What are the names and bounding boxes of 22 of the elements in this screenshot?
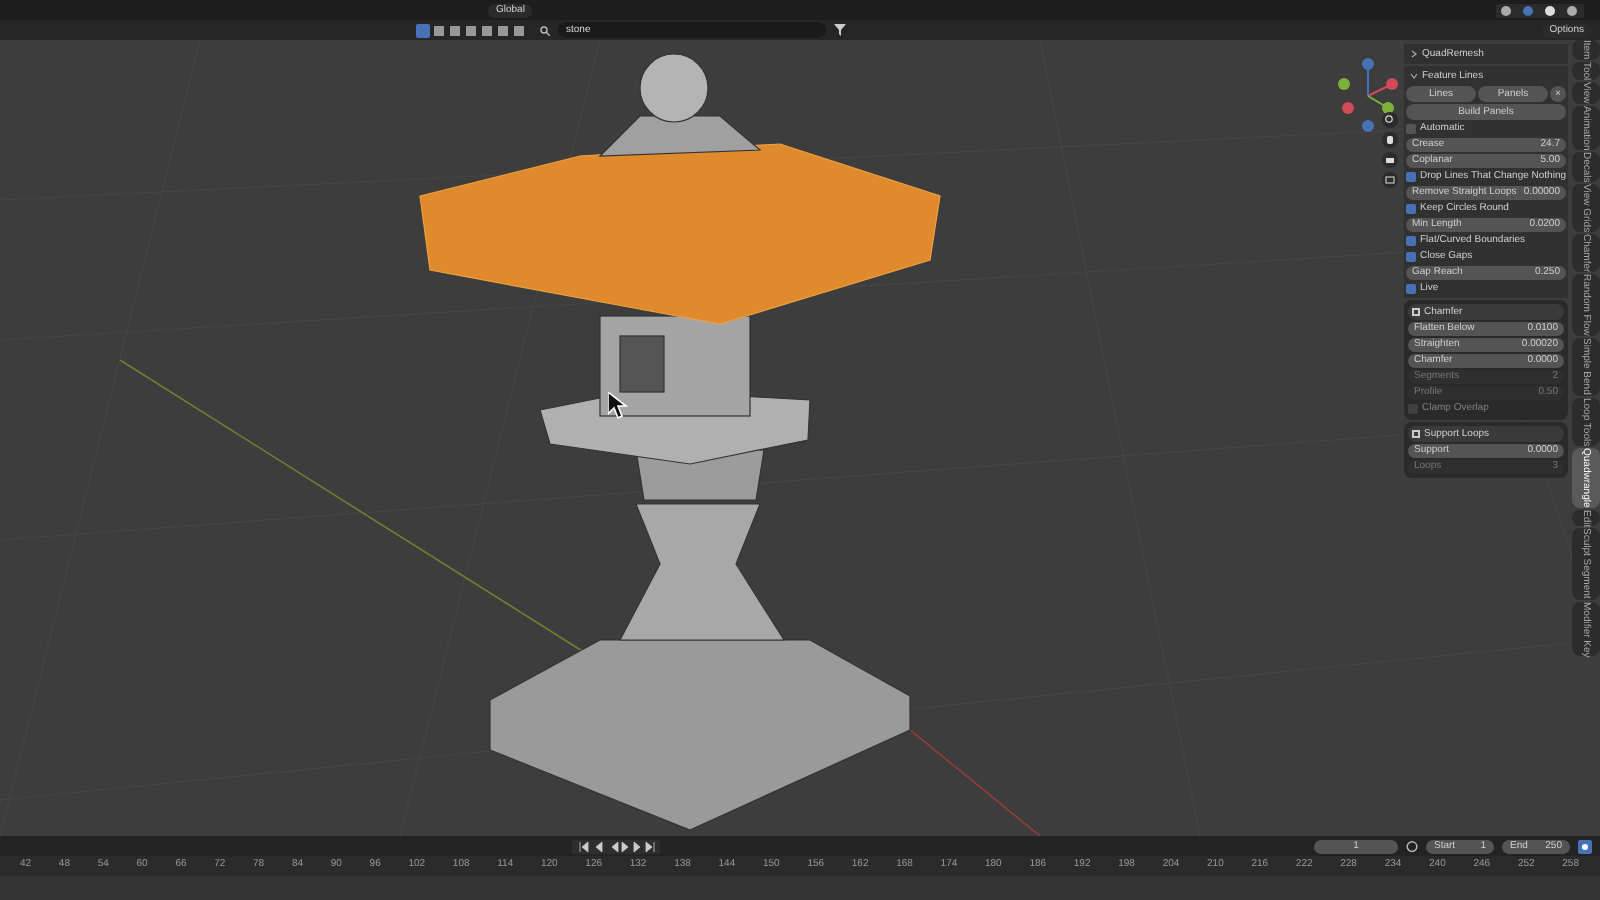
navigation-gizmo[interactable]	[1338, 58, 1398, 132]
search-icon	[540, 25, 550, 35]
3d-viewport[interactable]	[0, 40, 1600, 836]
panel-icon	[1412, 430, 1420, 438]
keying-icon[interactable]	[1578, 839, 1592, 853]
hand-icon[interactable]	[1382, 132, 1398, 148]
filter-icon[interactable]	[834, 24, 846, 36]
stopwatch-icon[interactable]	[1406, 840, 1418, 852]
camera-icon[interactable]	[1382, 152, 1398, 168]
checkbox[interactable]	[1406, 124, 1416, 134]
mouse-cursor-icon	[608, 392, 628, 420]
checkbox[interactable]	[1406, 204, 1416, 214]
checkbox[interactable]	[1406, 172, 1416, 182]
chevron-down-icon	[1410, 72, 1418, 80]
panel-icon	[1412, 308, 1420, 316]
shading-mode-icons[interactable]	[1496, 3, 1584, 17]
checkbox[interactable]	[1406, 284, 1416, 294]
playback-controls[interactable]	[572, 839, 660, 853]
checkbox[interactable]	[1406, 236, 1416, 246]
chevron-right-icon	[1410, 50, 1418, 58]
grid-icon[interactable]	[1382, 172, 1398, 188]
checkbox[interactable]	[1406, 252, 1416, 262]
